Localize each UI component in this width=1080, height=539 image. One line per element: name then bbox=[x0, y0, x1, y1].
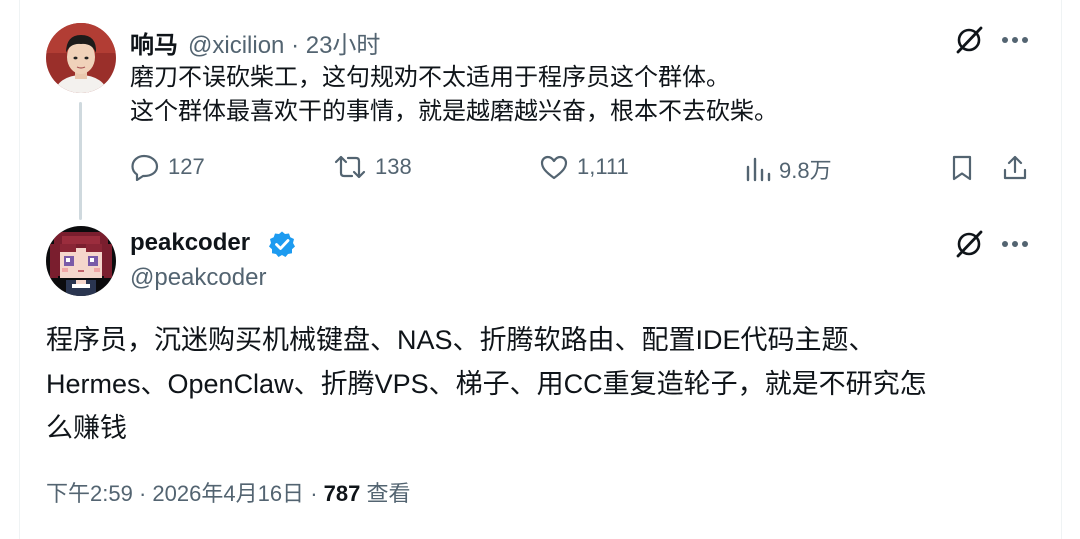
more-icon[interactable] bbox=[998, 24, 1032, 56]
reply-icon bbox=[131, 154, 159, 181]
avatar-peakcoder[interactable] bbox=[46, 226, 116, 296]
frame-border-left bbox=[19, 0, 20, 539]
main-text-line-3: 么赚钱 bbox=[46, 413, 127, 443]
share-icon bbox=[1003, 155, 1027, 180]
retweet-count: 138 bbox=[375, 154, 412, 179]
footer-separator: · bbox=[310, 481, 318, 506]
views-label: 查看 bbox=[366, 481, 411, 506]
views-count: 9.8万 bbox=[779, 158, 832, 183]
bookmark-icon bbox=[952, 155, 972, 181]
reply-count: 127 bbox=[168, 154, 205, 179]
grok-icon[interactable] bbox=[952, 24, 986, 56]
views-icon bbox=[746, 157, 771, 182]
meta-separator: · bbox=[291, 32, 300, 59]
like-icon bbox=[540, 155, 568, 180]
main-author-name[interactable]: peakcoder bbox=[130, 229, 250, 257]
reply-handle[interactable]: @xicilion bbox=[188, 32, 284, 59]
views-count: 787 bbox=[323, 481, 361, 506]
views-button[interactable]: 9.8万 bbox=[745, 153, 832, 185]
share-button[interactable] bbox=[998, 152, 1032, 184]
more-icon[interactable] bbox=[998, 228, 1032, 260]
grok-icon[interactable] bbox=[952, 228, 986, 260]
reply-author-name[interactable]: 响马 bbox=[130, 25, 178, 60]
main-tweet-text: 程序员，沉迷购买机械键盘、NAS、折腾软路由、配置IDE代码主题、 Hermes… bbox=[46, 318, 1046, 450]
main-text-line-1: 程序员，沉迷购买机械键盘、NAS、折腾软路由、配置IDE代码主题、 bbox=[46, 325, 876, 355]
main-handle[interactable]: @peakcoder bbox=[130, 264, 266, 292]
frame-border-right bbox=[1061, 0, 1062, 539]
retweet-icon bbox=[334, 155, 366, 179]
reply-meta: @xicilion · 23小时 bbox=[188, 25, 380, 60]
like-button[interactable]: 1,111 bbox=[539, 153, 629, 181]
verified-badge-icon bbox=[268, 230, 296, 263]
footer-separator: · bbox=[138, 481, 147, 506]
tweet-date[interactable]: 2026年4月16日 bbox=[152, 481, 304, 506]
tweet-time[interactable]: 下午2:59 bbox=[46, 481, 133, 506]
avatar-xicilion[interactable] bbox=[46, 23, 116, 93]
like-count: 1,111 bbox=[577, 154, 629, 179]
thread-connector-line bbox=[79, 102, 82, 220]
main-text-line-2: Hermes、OpenClaw、折腾VPS、梯子、用CC重复造轮子，就是不研究怎 bbox=[46, 369, 927, 399]
reply-button[interactable]: 127 bbox=[130, 153, 205, 181]
reply-text-line-1: 磨刀不误砍柴工，这句规劝不太适用于程序员这个群体。 bbox=[130, 64, 730, 91]
bookmark-button[interactable] bbox=[946, 152, 978, 184]
retweet-button[interactable]: 138 bbox=[333, 153, 412, 181]
tweet-footer: 下午2:59 · 2026年4月16日 · 787 查看 bbox=[46, 476, 411, 508]
reply-text-line-2: 这个群体最喜欢干的事情，就是越磨越兴奋，根本不去砍柴。 bbox=[130, 98, 778, 125]
reply-time[interactable]: 23小时 bbox=[306, 32, 381, 59]
